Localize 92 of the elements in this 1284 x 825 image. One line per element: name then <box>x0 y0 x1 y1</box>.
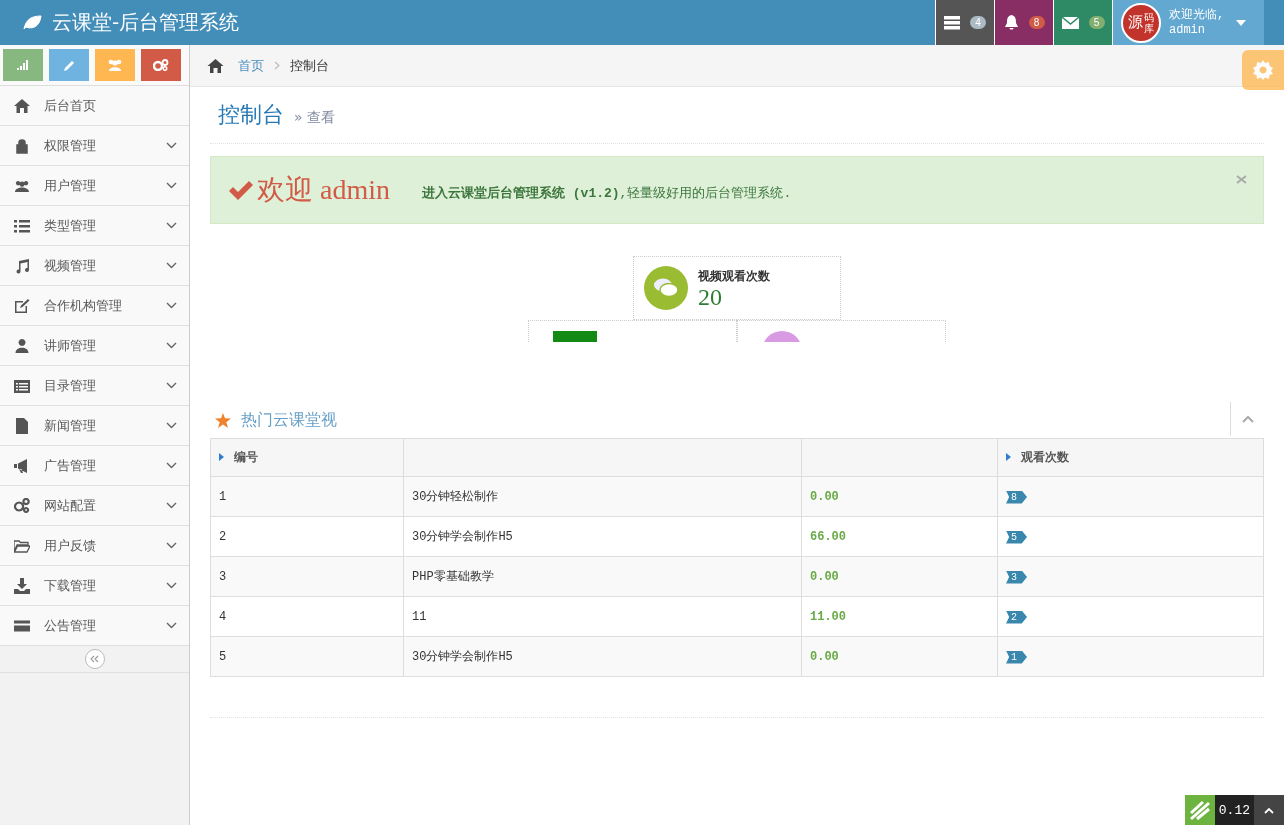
list-box-icon <box>14 377 30 394</box>
table-cell: 11.00 <box>801 596 998 637</box>
sidebar-item[interactable]: 类型管理 <box>0 206 189 246</box>
shortcut-button[interactable] <box>95 49 135 81</box>
caret-right-icon <box>1006 453 1011 461</box>
bell-icon <box>1003 14 1019 31</box>
pencil-icon <box>63 59 75 71</box>
sidebar-item[interactable]: 目录管理 <box>0 366 189 406</box>
user-name: admin <box>1169 22 1206 38</box>
stat-value: 20 <box>698 284 723 309</box>
table-cell: 2 <box>210 516 404 557</box>
gears-icon <box>14 497 30 514</box>
scroll-up-button[interactable] <box>1254 795 1284 825</box>
user-icon <box>14 337 30 354</box>
column-header: 编号 <box>210 439 404 477</box>
collapse-sidebar-button[interactable] <box>84 649 105 669</box>
shortcut-button[interactable] <box>141 49 181 81</box>
users-icon <box>107 59 123 71</box>
sidebar-item[interactable]: 网站配置 <box>0 486 189 526</box>
caret-icon <box>1236 19 1246 26</box>
table-cell: PHP零基础教学 <box>403 556 802 597</box>
breadcrumb-current: 控制台 <box>290 56 329 75</box>
count-label: 2 <box>1006 610 1027 624</box>
notifications-button[interactable]: 8 <box>994 0 1053 45</box>
page-subtitle: » 查看 <box>294 109 335 127</box>
signal-bars-icon <box>17 60 29 70</box>
chat-bubbles-icon <box>644 266 688 310</box>
sidebar-item[interactable]: 新闻管理 <box>0 406 189 446</box>
app-title: 云课堂-后台管理系统 <box>52 9 240 36</box>
edit-icon <box>14 297 30 314</box>
alert-heading: 欢迎 admin <box>257 173 390 207</box>
chevron-up-icon <box>1264 806 1274 814</box>
sidebar-item[interactable]: 视频管理 <box>0 246 189 286</box>
chevron-up-icon <box>1241 415 1254 423</box>
count-badge: 4 <box>970 16 986 29</box>
count-badge: 5 <box>1088 16 1105 29</box>
close-icon <box>1236 175 1247 184</box>
sidebar-item[interactable]: 权限管理 <box>0 126 189 166</box>
lock-icon <box>14 137 30 154</box>
settings-button[interactable] <box>1242 50 1284 90</box>
gears-icon <box>153 59 169 71</box>
home-icon <box>14 97 30 114</box>
tasks-icon <box>944 15 960 30</box>
table-cell: 30分钟轻松制作 <box>403 476 802 517</box>
table-cell: 30分钟学会制作H5 <box>403 516 802 557</box>
star-icon <box>215 412 231 428</box>
file-icon <box>14 417 30 434</box>
sidebar-item[interactable]: 公告管理 <box>0 606 189 646</box>
stat-label: 视频观看次数 <box>698 267 770 285</box>
check-icon <box>229 180 253 200</box>
leaf-icon <box>22 14 42 31</box>
table-cell: 30分钟学会制作H5 <box>403 636 802 677</box>
sidebar-item[interactable]: 讲师管理 <box>0 326 189 366</box>
home-icon <box>207 58 224 73</box>
count-badge: 8 <box>1028 16 1045 29</box>
table-cell: 0.00 <box>801 636 998 677</box>
folder-icon <box>14 537 30 554</box>
list-icon <box>14 217 30 234</box>
caret-right-icon <box>219 453 224 461</box>
mail-icon <box>1061 16 1079 29</box>
sidebar-item[interactable]: 用户管理 <box>0 166 189 206</box>
table-cell: 5 <box>210 636 404 677</box>
greeting-text: 欢迎光临, <box>1169 7 1226 23</box>
breadcrumb-separator-icon <box>274 61 280 70</box>
table-cell: 66.00 <box>801 516 998 557</box>
count-label: 1 <box>1006 650 1027 664</box>
table-cell: 1 <box>210 476 404 517</box>
table-cell: 0.00 <box>801 556 998 597</box>
table-cell: 4 <box>210 596 404 637</box>
table-cell: 0.00 <box>801 476 998 517</box>
sidebar-item[interactable]: 合作机构管理 <box>0 286 189 326</box>
settings-icon <box>1253 60 1273 80</box>
table-cell: 11 <box>403 596 802 637</box>
double-chevron-left-icon <box>90 655 99 663</box>
sidebar-item[interactable]: 下载管理 <box>0 566 189 606</box>
column-header: 观看次数 <box>997 439 1264 477</box>
table-cell: 3 <box>210 556 404 597</box>
count-label: 3 <box>1006 570 1027 584</box>
sidebar-item[interactable]: 广告管理 <box>0 446 189 486</box>
sidebar-item[interactable]: 后台首页 <box>0 86 189 126</box>
sidebar-item[interactable]: 用户反馈 <box>0 526 189 566</box>
music-note-icon <box>14 257 30 274</box>
page-title: 控制台 <box>218 101 284 129</box>
alert-text: 进入云课堂后台管理系统 (v1.2),轻量级好用的后台管理系统. <box>422 185 792 202</box>
download-icon <box>14 577 30 594</box>
close-button[interactable] <box>1236 175 1247 184</box>
megaphone-icon <box>14 457 30 474</box>
corner-value: 0.12 <box>1214 795 1254 825</box>
shortcut-button[interactable] <box>3 49 43 81</box>
widget-title: 热门云课堂视 <box>241 409 337 431</box>
count-label: 5 <box>1006 530 1027 544</box>
count-label: 8 <box>1006 490 1027 504</box>
